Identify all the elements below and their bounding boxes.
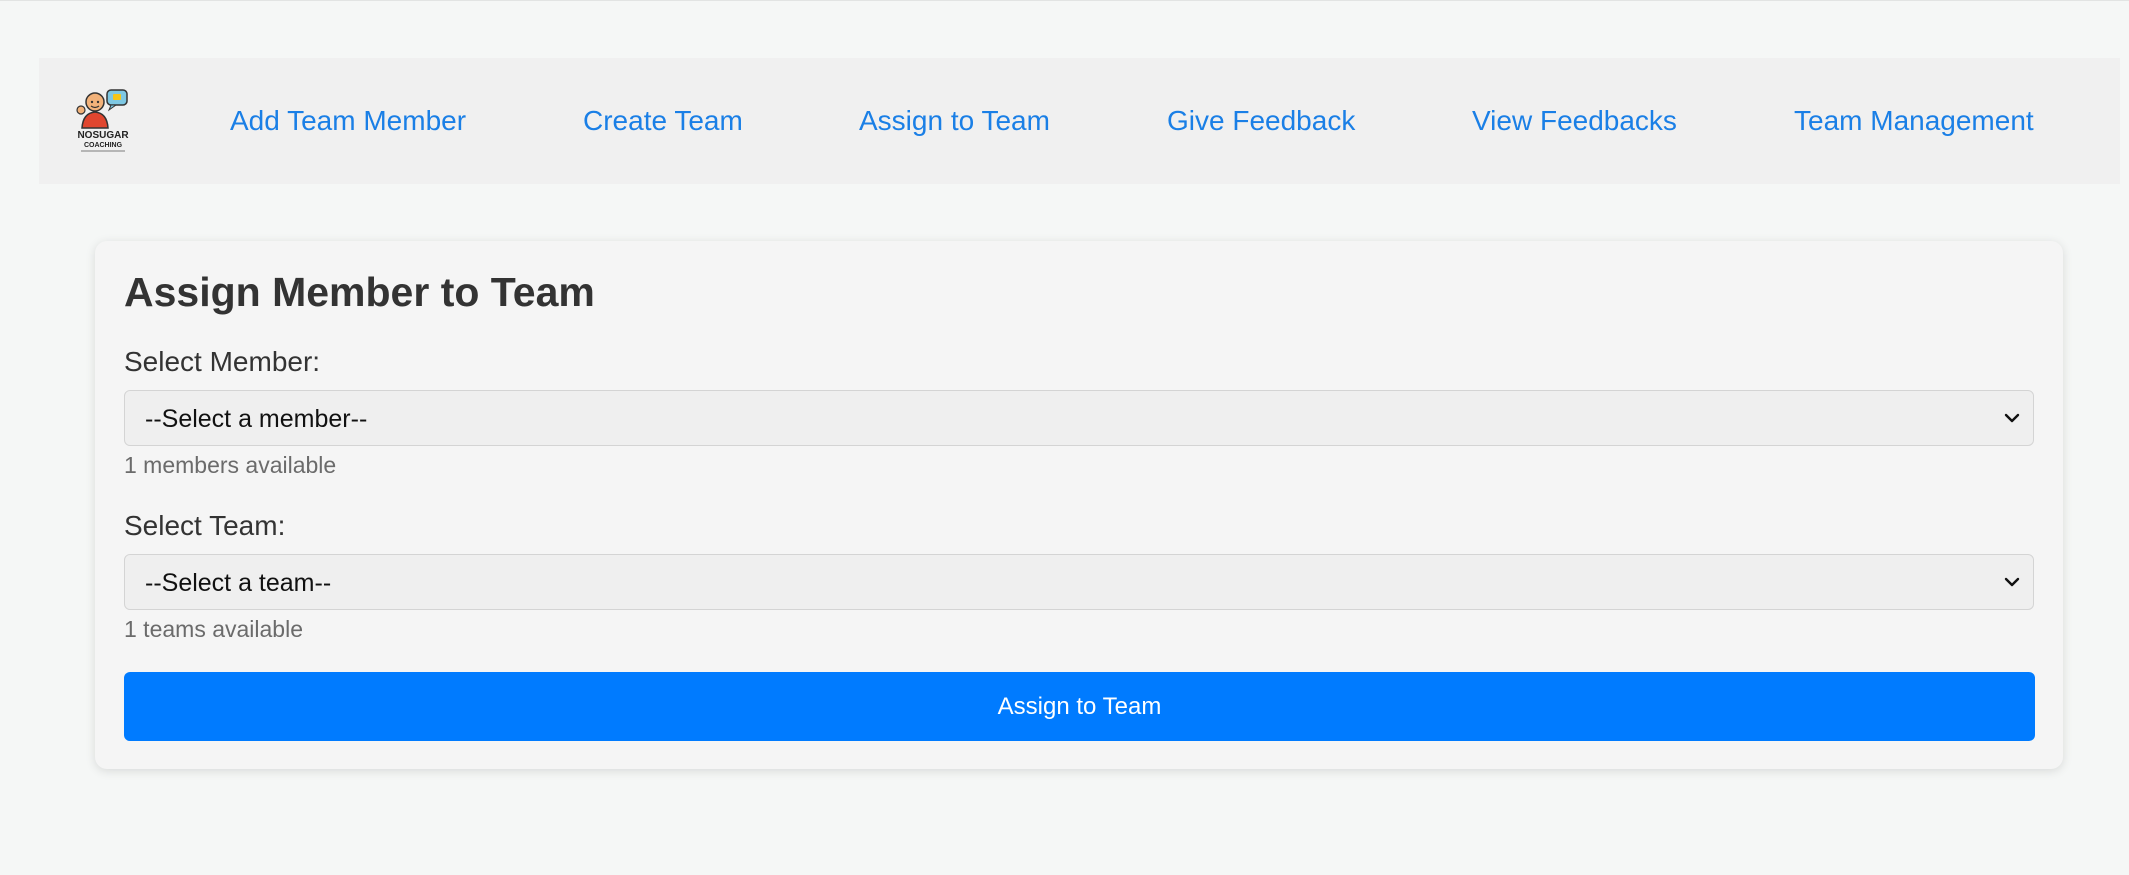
team-count-helper: 1 teams available [124,616,303,642]
page-title: Assign Member to Team [124,269,595,315]
assign-member-card: Assign Member to Team Select Member: --S… [95,241,2063,769]
nav-links: Add Team Member Create Team Assign to Te… [39,58,2120,184]
top-navbar: NOSUGAR COACHING Add Team Member Create … [39,58,2120,184]
team-select[interactable]: --Select a team-- [124,554,2034,610]
member-count-helper: 1 members available [124,452,337,478]
nav-add-team-member[interactable]: Add Team Member [230,104,466,138]
member-select-label: Select Member: [124,346,321,377]
team-select-value: --Select a team-- [145,569,332,597]
chevron-down-icon [2004,577,2020,587]
team-select-label: Select Team: [124,510,286,541]
nav-create-team[interactable]: Create Team [583,104,743,138]
chevron-down-icon [2004,413,2020,423]
member-select-value: --Select a member-- [145,405,368,433]
member-select[interactable]: --Select a member-- [124,390,2034,446]
nav-view-feedbacks[interactable]: View Feedbacks [1472,104,1677,138]
top-divider [0,0,2129,1]
nav-team-management[interactable]: Team Management [1794,104,2034,138]
nav-give-feedback[interactable]: Give Feedback [1167,104,1355,138]
assign-to-team-button[interactable]: Assign to Team [124,672,2035,741]
nav-assign-to-team[interactable]: Assign to Team [859,104,1050,138]
